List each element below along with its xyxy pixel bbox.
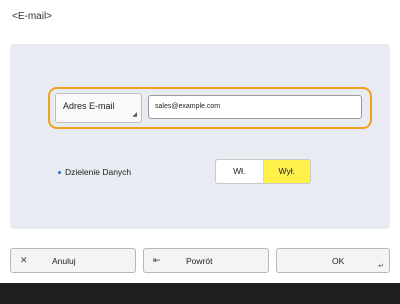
email-field-frame: Adres E-mail ◢ sales@example.com [48, 87, 372, 129]
bottom-bar [0, 283, 400, 304]
back-button-label: Powrót [186, 256, 213, 266]
ok-button[interactable]: OK ↵ [276, 248, 390, 273]
arrow-left-icon: ⇤ [153, 255, 161, 265]
close-icon: ✕ [20, 255, 28, 265]
settings-panel: Adres E-mail ◢ sales@example.com Dzielen… [10, 44, 390, 229]
back-button[interactable]: ⇤ Powrót [143, 248, 269, 273]
cancel-button[interactable]: ✕ Anuluj [10, 248, 136, 273]
data-sharing-on-button[interactable]: Wł. [216, 160, 263, 183]
email-address-label: Adres E-mail [63, 101, 115, 111]
data-sharing-label: Dzielenie Danych [65, 167, 132, 177]
enter-icon: ↵ [378, 263, 384, 270]
corner-arrow-icon: ◢ [132, 112, 137, 118]
cancel-button-label: Anuluj [52, 256, 76, 266]
email-address-input[interactable]: sales@example.com [148, 95, 362, 119]
data-sharing-toggle: Wł. Wył. [215, 159, 311, 184]
bullet-icon [58, 171, 61, 174]
data-sharing-off-button[interactable]: Wył. [262, 160, 310, 183]
screen-title: <E-mail> [12, 11, 53, 22]
email-address-button[interactable]: Adres E-mail ◢ [55, 93, 142, 123]
ok-button-label: OK [332, 256, 345, 266]
